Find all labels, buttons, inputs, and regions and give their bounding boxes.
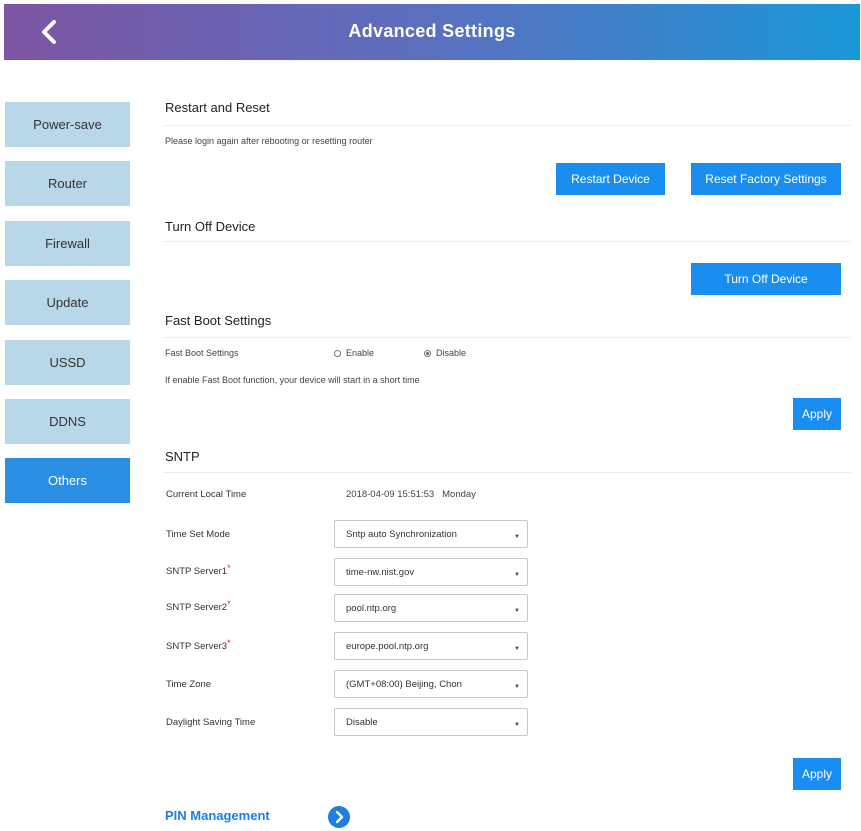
reset-factory-button[interactable]: Reset Factory Settings	[691, 163, 841, 195]
fastboot-apply-button[interactable]: Apply	[793, 398, 841, 430]
restart-device-button[interactable]: Restart Device	[556, 163, 665, 195]
time-mode-label: Time Set Mode	[166, 529, 231, 540]
pin-management-link[interactable]: PIN Management	[165, 808, 270, 823]
select-value: europe.pool.ntp.org	[346, 640, 429, 652]
fastboot-label: Fast Boot Settings	[165, 348, 239, 358]
fastboot-section-title: Fast Boot Settings	[165, 313, 272, 328]
chevron-down-icon: ▼	[514, 684, 520, 690]
sidebar-item-label: DDNS	[49, 413, 86, 429]
sntp-apply-button[interactable]: Apply	[793, 758, 841, 790]
radio-label: Disable	[436, 348, 467, 358]
chevron-down-icon: ▼	[514, 572, 520, 578]
fastboot-disable-radio[interactable]: Disable	[424, 348, 466, 358]
turn-off-device-button[interactable]: Turn Off Device	[691, 263, 841, 295]
radio-dot	[334, 349, 341, 357]
dst-label: Daylight Saving Time	[166, 717, 256, 728]
divider	[163, 125, 851, 126]
sntp-server1-select[interactable]: time-nw.nist.gov ▼	[334, 558, 528, 586]
sidebar-item-ussd[interactable]: USSD	[5, 339, 130, 385]
sidebar-item-label: Others	[47, 473, 87, 489]
chevron-down-icon: ▼	[514, 646, 520, 652]
radio-label: Enable	[346, 348, 375, 358]
time-mode-select[interactable]: Sntp auto Synchronization ▼	[334, 520, 528, 548]
timezone-label: Time Zone	[166, 679, 212, 690]
sidebar-item-label: USSD	[49, 354, 86, 370]
restart-note: Please login again after rebooting or re…	[165, 136, 373, 146]
arrow-right-circle-icon[interactable]	[327, 805, 351, 829]
timezone-select[interactable]: (GMT+08:00) Beijing, Chon ▼	[334, 670, 528, 698]
chevron-down-icon: ▼	[514, 608, 520, 614]
sntp-server1-label: SNTP Server1*	[166, 563, 231, 577]
sntp-server3-select[interactable]: europe.pool.ntp.org ▼	[334, 632, 528, 660]
sidebar-item-power-save[interactable]: Power-save	[5, 102, 130, 147]
chevron-down-icon: ▼	[514, 722, 520, 728]
page-title: Advanced Settings	[348, 21, 516, 41]
sidebar-item-label: Power-save	[33, 117, 102, 132]
required-mark: *	[227, 563, 231, 573]
required-mark: *	[227, 638, 231, 648]
divider	[163, 241, 851, 242]
turnoff-section-title: Turn Off Device	[165, 219, 256, 234]
sidebar-item-label: Update	[46, 295, 89, 311]
divider	[163, 337, 851, 338]
radio-dot	[424, 349, 431, 357]
fastboot-enable-radio[interactable]: Enable	[334, 348, 374, 358]
chevron-down-icon: ▼	[514, 534, 520, 540]
select-value: time-nw.nist.gov	[346, 566, 415, 578]
sntp-server3-label: SNTP Server3*	[166, 638, 231, 652]
app-header: Advanced Settings	[4, 4, 860, 60]
current-time-value: 2018-04-09 15:51:53 Monday	[346, 489, 476, 500]
restart-section-title: Restart and Reset	[165, 100, 270, 115]
fastboot-note: If enable Fast Boot function, your devic…	[165, 375, 420, 385]
sidebar-item-router[interactable]: Router	[5, 161, 130, 207]
sidebar: Power-save Router Firewall Update USSD D…	[5, 102, 130, 518]
sidebar-item-label: Router	[47, 176, 88, 192]
current-time-label: Current Local Time	[166, 489, 247, 500]
dst-select[interactable]: Disable ▼	[334, 708, 528, 736]
divider	[163, 472, 851, 473]
select-value: Disable	[346, 716, 378, 728]
sidebar-item-update[interactable]: Update	[5, 280, 130, 326]
sidebar-item-ddns[interactable]: DDNS	[5, 398, 130, 444]
sidebar-item-label: Firewall	[45, 235, 90, 251]
sntp-server2-label: SNTP Server2*	[166, 599, 231, 613]
select-value: Sntp auto Synchronization	[346, 528, 457, 540]
sidebar-item-others[interactable]: Others	[5, 458, 130, 504]
select-value: (GMT+08:00) Beijing, Chon	[346, 678, 462, 690]
required-mark: *	[227, 599, 231, 609]
sntp-section-title: SNTP	[165, 449, 200, 464]
sidebar-item-firewall[interactable]: Firewall	[5, 220, 130, 266]
sntp-server2-select[interactable]: pool.ntp.org ▼	[334, 594, 528, 622]
select-value: pool.ntp.org	[346, 602, 397, 614]
